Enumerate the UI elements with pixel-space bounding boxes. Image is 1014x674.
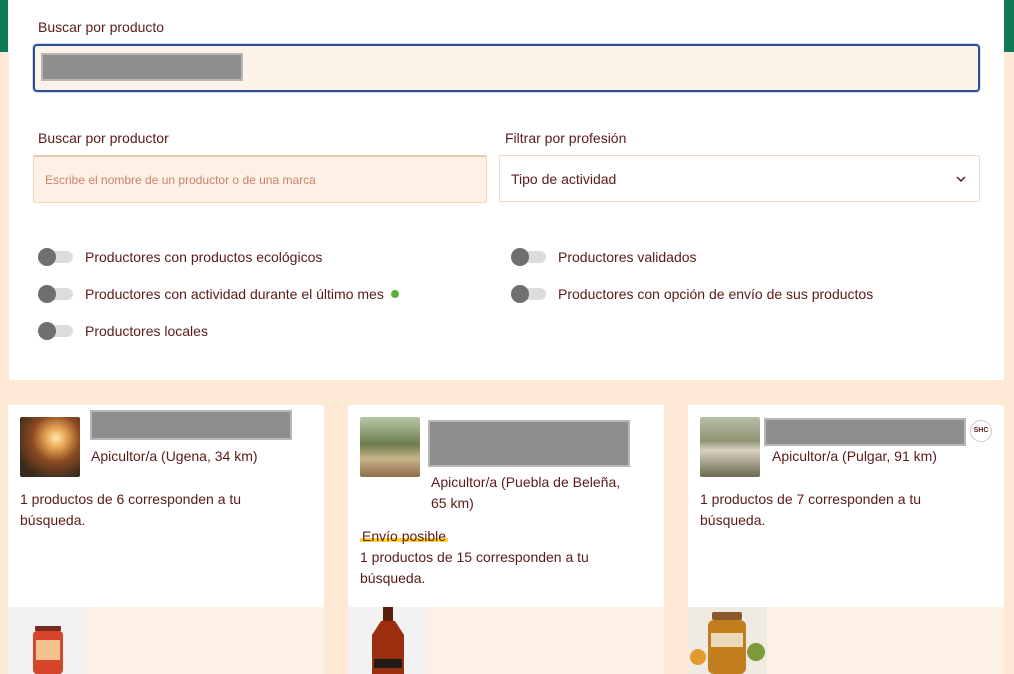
product-image[interactable] bbox=[348, 607, 427, 674]
toggle-validated-label: Productores validados bbox=[558, 249, 697, 265]
toggle-active-label: Productores con actividad durante el últ… bbox=[85, 286, 384, 302]
result-count: 1 productos de 7 corresponden a tu búsqu… bbox=[700, 491, 922, 528]
redacted-value bbox=[41, 53, 243, 81]
producer-subtitle: Apicultor/a (Ugena, 34 km) bbox=[91, 448, 258, 464]
result-count: 1 productos de 6 corresponden a tu búsqu… bbox=[20, 491, 242, 528]
producer-card[interactable]: SHC Apicultor/a (Pulgar, 91 km) 1 produc… bbox=[688, 405, 1004, 674]
producer-name-redacted bbox=[428, 420, 630, 467]
producer-search-label: Buscar por productor bbox=[38, 130, 169, 146]
toggle-shipping[interactable]: Productores con opción de envío de sus p… bbox=[511, 284, 874, 304]
producer-photo bbox=[360, 417, 420, 477]
producer-name-redacted bbox=[90, 410, 292, 440]
card-footer bbox=[348, 607, 664, 674]
producer-name-redacted bbox=[764, 418, 966, 446]
toggle-switch[interactable] bbox=[38, 248, 73, 266]
profession-selected-value: Tipo de actividad bbox=[511, 171, 617, 187]
result-count: 1 productos de 15 corresponden a tu búsq… bbox=[360, 549, 589, 586]
toggle-active[interactable]: Productores con actividad durante el últ… bbox=[38, 284, 399, 304]
product-image[interactable] bbox=[8, 607, 87, 674]
product-search-input[interactable] bbox=[33, 44, 980, 92]
card-footer bbox=[8, 607, 324, 674]
producer-card[interactable]: Apicultor/a (Ugena, 34 km) 1 productos d… bbox=[8, 405, 324, 674]
chevron-down-icon bbox=[955, 156, 967, 221]
toggle-shipping-label: Productores con opción de envío de sus p… bbox=[558, 286, 874, 302]
card-footer bbox=[688, 607, 1004, 674]
toggle-local-label: Productores locales bbox=[85, 323, 208, 339]
toggle-switch[interactable] bbox=[38, 322, 73, 340]
toggle-switch[interactable] bbox=[511, 248, 546, 266]
toggle-validated[interactable]: Productores validados bbox=[511, 247, 697, 267]
toggle-switch[interactable] bbox=[38, 285, 73, 303]
toggle-switch[interactable] bbox=[511, 285, 546, 303]
toggle-eco-label: Productores con productos ecológicos bbox=[85, 249, 323, 265]
toggle-local[interactable]: Productores locales bbox=[38, 321, 208, 341]
product-search-label: Buscar por producto bbox=[38, 19, 165, 35]
toggle-eco[interactable]: Productores con productos ecológicos bbox=[38, 247, 323, 267]
shipping-badge: Envío posible bbox=[360, 528, 449, 544]
green-dot-icon bbox=[390, 290, 399, 298]
producer-search-input[interactable]: Escribe el nombre de un productor o de u… bbox=[33, 155, 487, 203]
producer-photo bbox=[700, 417, 760, 477]
certification-badge-icon: SHC bbox=[970, 420, 992, 442]
profession-select[interactable]: Tipo de actividad bbox=[499, 155, 980, 202]
profession-filter-label: Filtrar por profesión bbox=[505, 130, 627, 146]
product-image[interactable] bbox=[688, 607, 767, 674]
producer-subtitle: Apicultor/a (Pulgar, 91 km) bbox=[772, 448, 937, 464]
producer-card[interactable]: Apicultor/a (Puebla de Beleña, 65 km) En… bbox=[348, 405, 664, 674]
producer-photo bbox=[20, 417, 80, 477]
producer-subtitle: Apicultor/a (Puebla de Beleña, 65 km) bbox=[431, 474, 621, 511]
